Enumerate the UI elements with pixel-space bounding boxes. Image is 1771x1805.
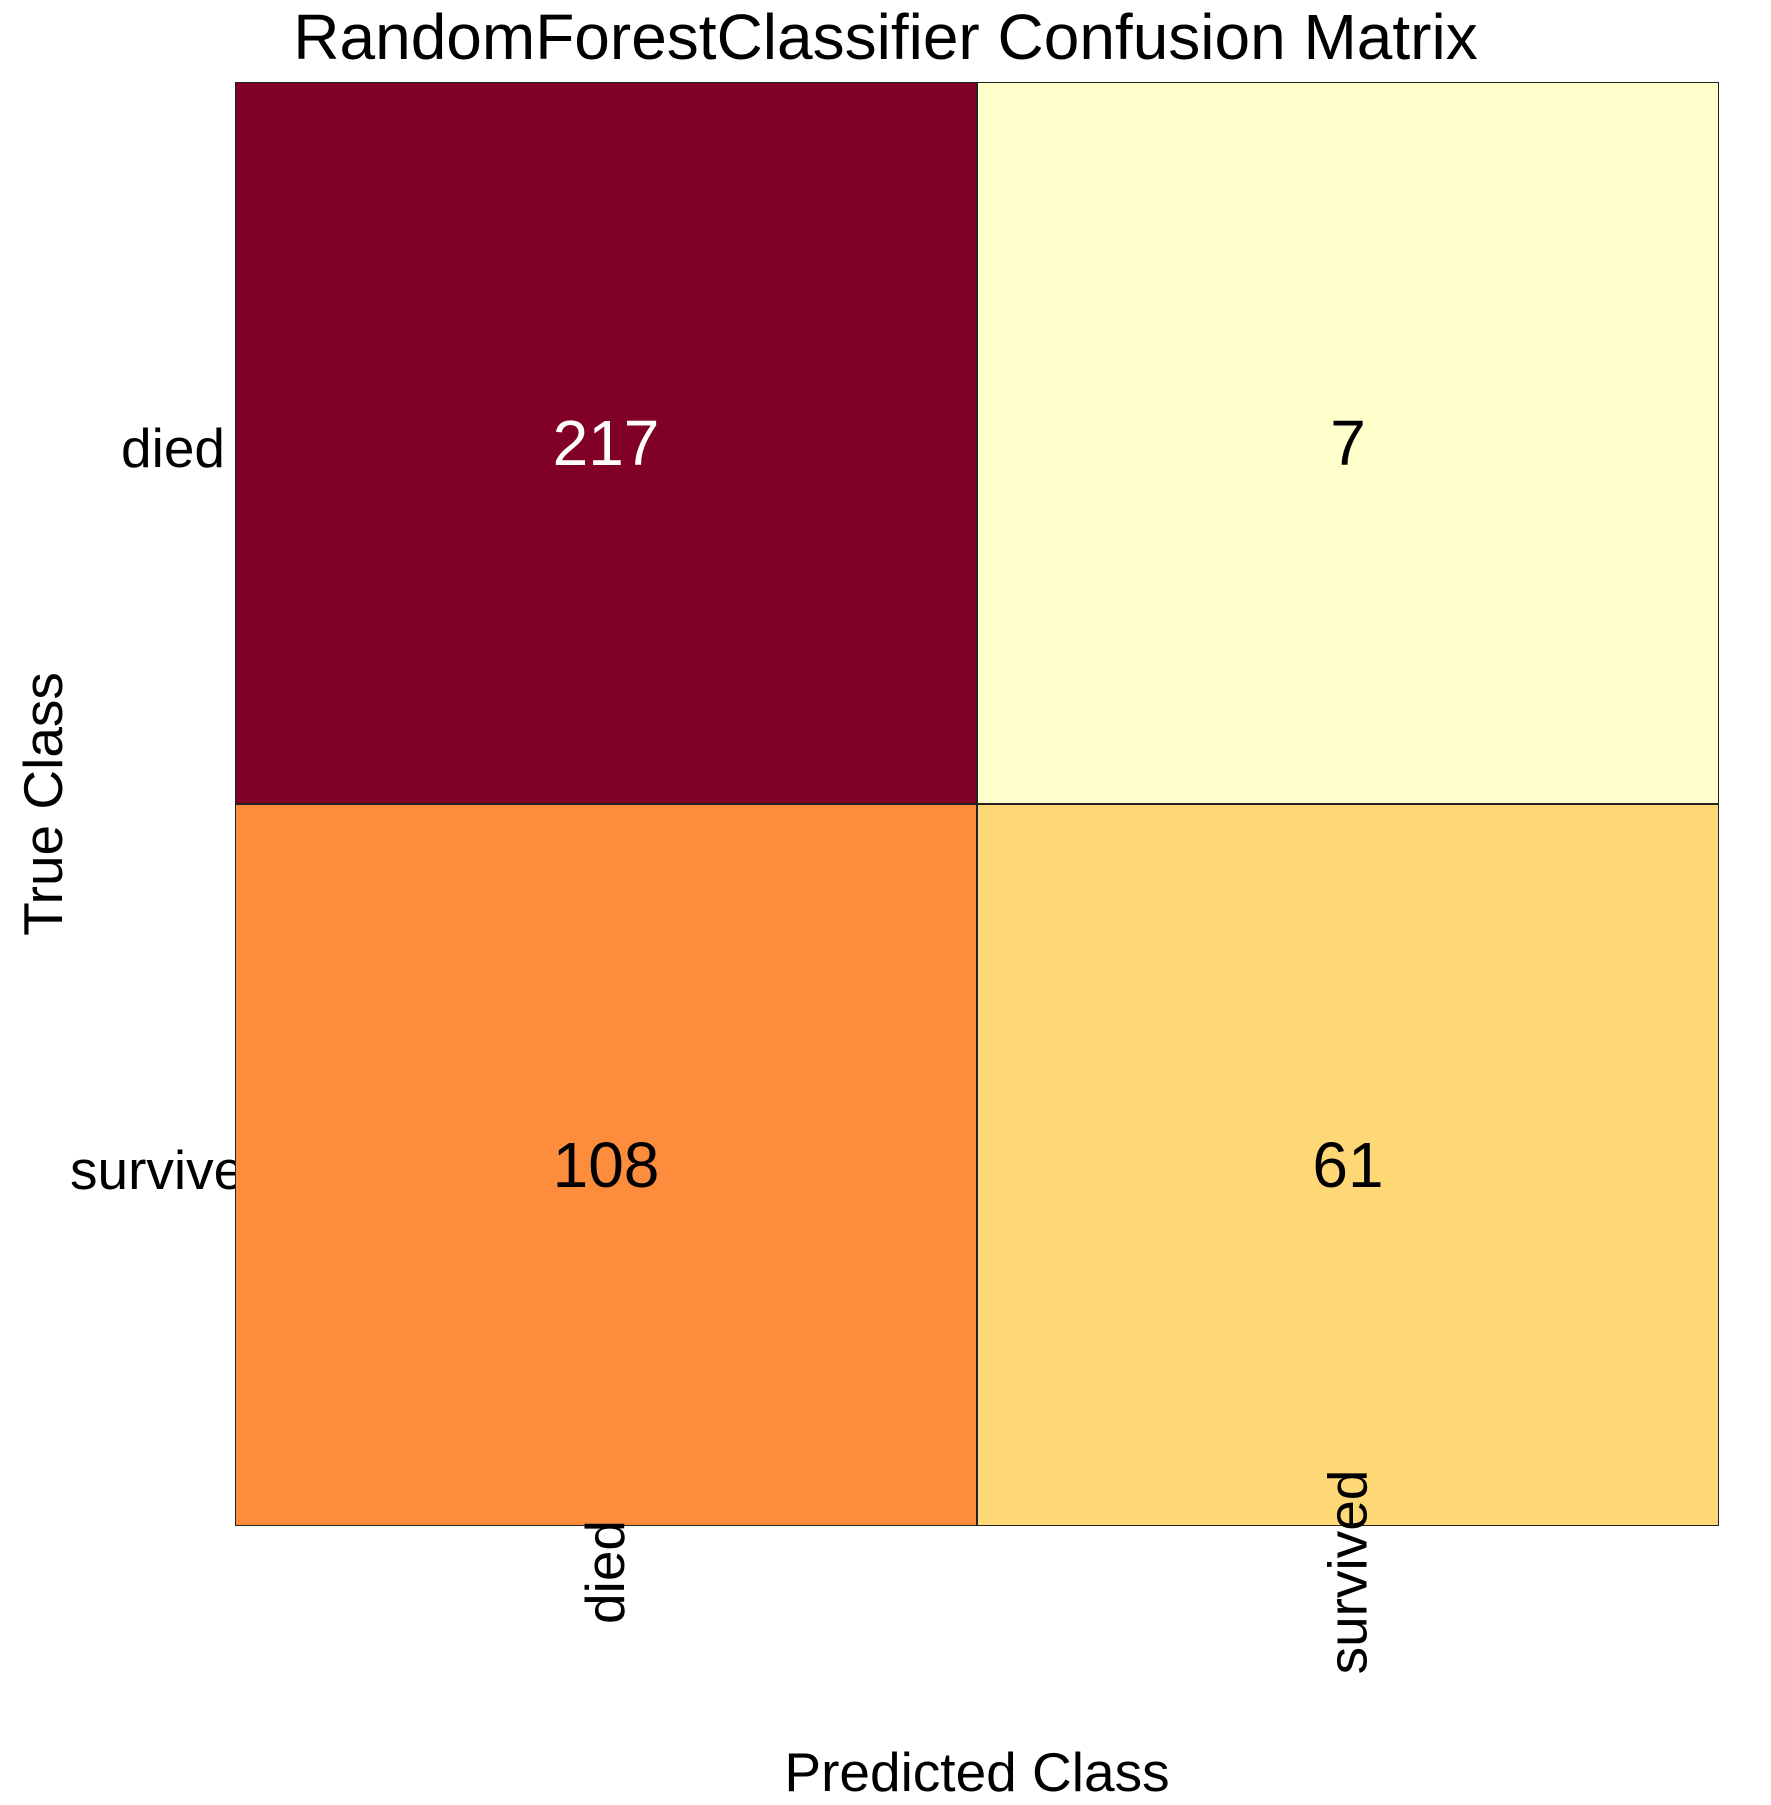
heatmap-grid: 217 7 108 61	[235, 82, 1719, 1526]
confusion-matrix-chart: RandomForestClassifier Confusion Matrix …	[0, 0, 1771, 1805]
x-tick-0: died	[510, 1540, 700, 1730]
chart-title: RandomForestClassifier Confusion Matrix	[0, 0, 1771, 74]
y-axis-label: True Class	[8, 82, 78, 1526]
y-tick-0: died	[70, 416, 225, 480]
cell-1-1: 61	[977, 804, 1719, 1526]
cell-0-1: 7	[977, 82, 1719, 804]
x-axis-label: Predicted Class	[235, 1740, 1719, 1804]
cell-0-0: 217	[235, 82, 977, 804]
y-tick-1: survived	[70, 1138, 225, 1202]
cell-1-0: 108	[235, 804, 977, 1526]
x-tick-1: survived	[1252, 1540, 1442, 1730]
